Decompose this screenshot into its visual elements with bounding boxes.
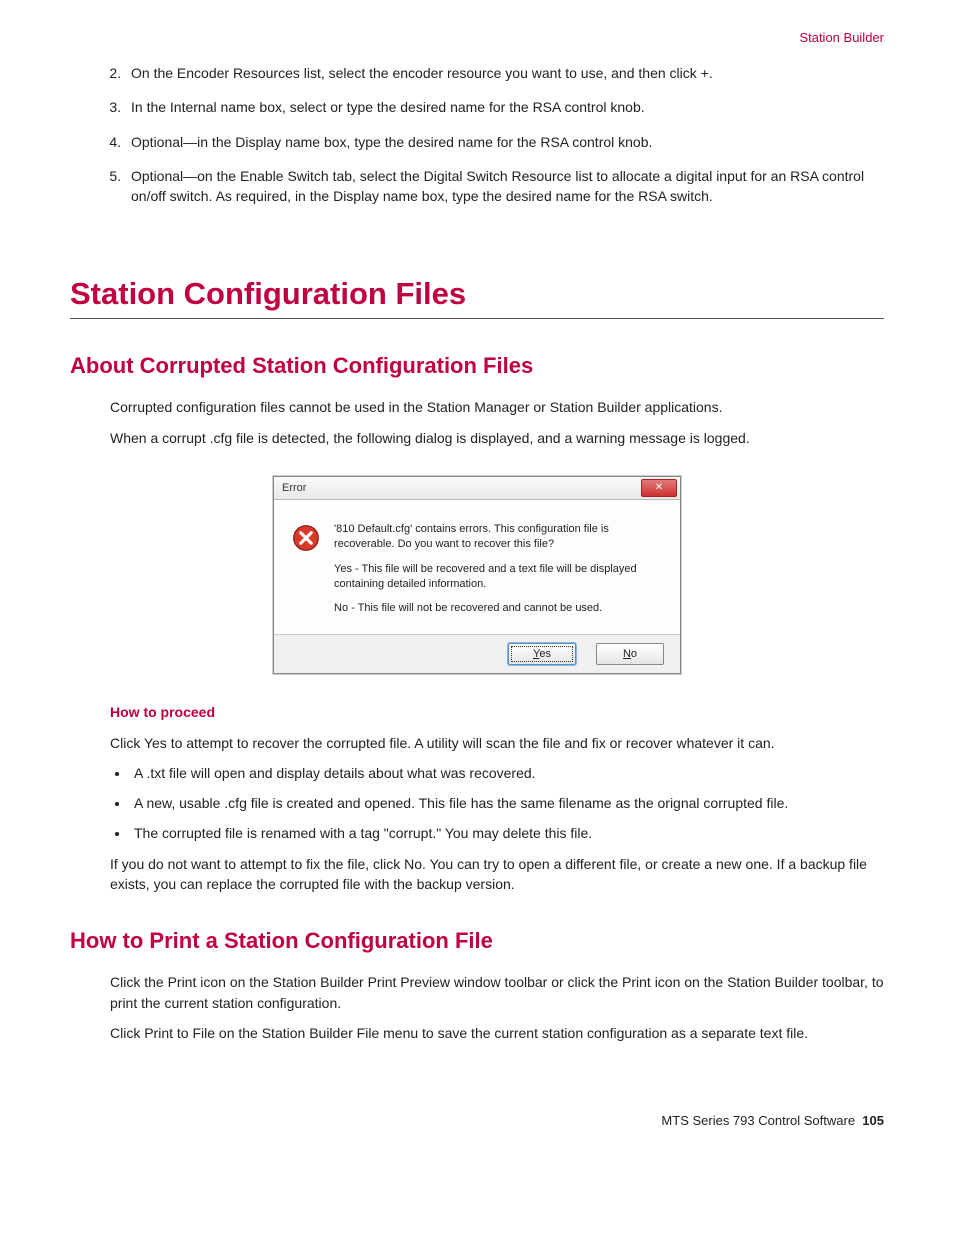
dialog-figure: Error ✕ '810 Default.cfg' contains error…: [70, 476, 884, 674]
section-heading-print: How to Print a Station Configuration Fil…: [70, 928, 884, 954]
error-icon: [292, 524, 320, 552]
list-item-text: A .txt file will open and display detail…: [134, 765, 536, 781]
list-item-text: The corrupted file is renamed with a tag…: [134, 825, 592, 841]
page-title: Station Configuration Files: [70, 276, 884, 319]
dialog-button-row: Yes No: [274, 634, 680, 673]
dialog-titlebar: Error ✕: [274, 477, 680, 500]
bullet-list: A .txt file will open and display detail…: [110, 763, 884, 844]
close-button[interactable]: ✕: [641, 479, 677, 497]
yes-button[interactable]: Yes: [508, 643, 576, 665]
dialog-title: Error: [282, 482, 306, 494]
section-heading-about: About Corrupted Station Configuration Fi…: [70, 353, 884, 379]
dialog-yes-text: Yes - This file will be recovered and a …: [334, 562, 662, 592]
section-body: Click the Print icon on the Station Buil…: [110, 972, 884, 1043]
list-item: The corrupted file is renamed with a tag…: [130, 823, 884, 843]
paragraph: Click Yes to attempt to recover the corr…: [110, 733, 884, 753]
list-item-text: A new, usable .cfg file is created and o…: [134, 795, 788, 811]
list-item: A .txt file will open and display detail…: [130, 763, 884, 783]
paragraph: Click Print to File on the Station Build…: [110, 1023, 884, 1043]
footer-product: MTS Series 793 Control Software: [661, 1113, 855, 1128]
step-text: In the Internal name box, select or type…: [131, 99, 645, 115]
step-item: On the Encoder Resources list, select th…: [125, 63, 884, 83]
dialog-message: '810 Default.cfg' contains errors. This …: [334, 522, 662, 626]
subheading-how-to-proceed: How to proceed: [110, 702, 884, 722]
paragraph: When a corrupt .cfg file is detected, th…: [110, 428, 884, 448]
breadcrumb: Station Builder: [70, 30, 884, 45]
dialog-no-text: No - This file will not be recovered and…: [334, 601, 662, 616]
step-item: Optional—on the Enable Switch tab, selec…: [125, 166, 884, 207]
error-dialog: Error ✕ '810 Default.cfg' contains error…: [273, 476, 681, 674]
list-item: A new, usable .cfg file is created and o…: [130, 793, 884, 813]
dialog-content: '810 Default.cfg' contains errors. This …: [274, 500, 680, 634]
paragraph: If you do not want to attempt to fix the…: [110, 854, 884, 895]
section-body: How to proceed Click Yes to attempt to r…: [110, 702, 884, 894]
paragraph: Click the Print icon on the Station Buil…: [110, 972, 884, 1013]
paragraph: Corrupted configuration files cannot be …: [110, 397, 884, 417]
numbered-steps: On the Encoder Resources list, select th…: [95, 63, 884, 206]
step-item: In the Internal name box, select or type…: [125, 97, 884, 117]
step-text: Optional—on the Enable Switch tab, selec…: [131, 168, 864, 204]
no-button[interactable]: No: [596, 643, 664, 665]
page-footer: MTS Series 793 Control Software 105: [70, 1113, 884, 1128]
section-body: Corrupted configuration files cannot be …: [110, 397, 884, 448]
step-text: Optional—in the Display name box, type t…: [131, 134, 652, 150]
step-item: Optional—in the Display name box, type t…: [125, 132, 884, 152]
footer-page-number: 105: [862, 1113, 884, 1128]
page: Station Builder On the Encoder Resources…: [0, 0, 954, 1168]
step-text: On the Encoder Resources list, select th…: [131, 65, 713, 81]
dialog-main-text: '810 Default.cfg' contains errors. This …: [334, 522, 662, 552]
